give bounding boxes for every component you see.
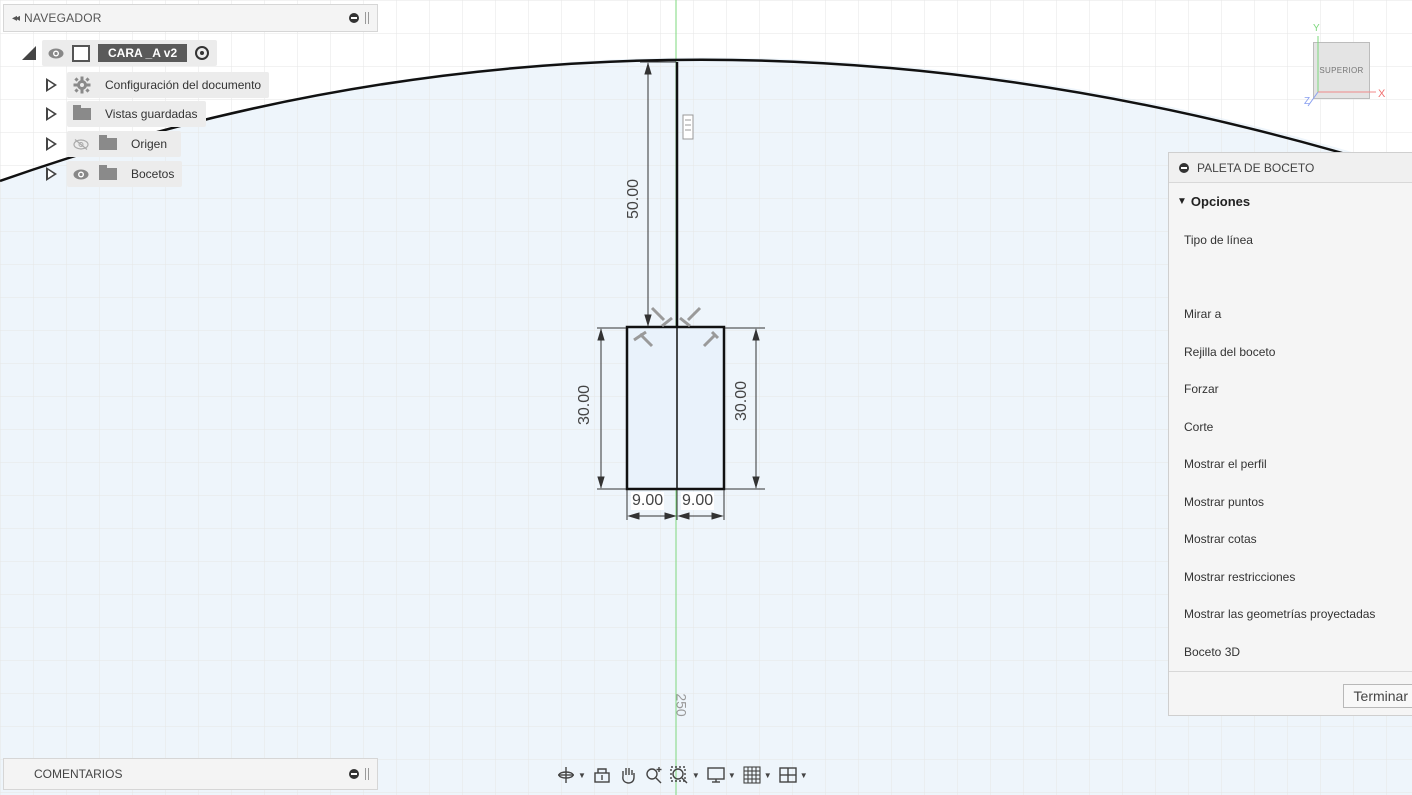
palette-item-snap[interactable]: Forzar bbox=[1184, 382, 1219, 396]
palette-footer: Terminar bbox=[1169, 671, 1412, 717]
folder-icon bbox=[99, 135, 117, 150]
orbit-icon bbox=[558, 767, 574, 783]
dimension-label-bottom-right[interactable]: 9.00 bbox=[681, 492, 715, 510]
orbit-button[interactable]: ▼ bbox=[556, 765, 586, 785]
palette-item-show-profile[interactable]: Mostrar el perfil bbox=[1184, 457, 1267, 471]
expand-triangle-icon[interactable] bbox=[46, 78, 57, 92]
tree-label-origin[interactable]: Origen bbox=[131, 137, 167, 151]
palette-item-show-constraints[interactable]: Mostrar restricciones bbox=[1184, 570, 1295, 584]
coincident-constraint-icon bbox=[682, 114, 694, 140]
eye-hidden-icon[interactable] bbox=[73, 138, 89, 150]
viewcube-axes bbox=[1307, 36, 1376, 107]
tree-row-origin[interactable]: Origen bbox=[46, 131, 182, 157]
resize-handle-icon[interactable] bbox=[365, 12, 369, 24]
dropdown-caret-icon[interactable]: ▼ bbox=[578, 771, 586, 780]
palette-section-options[interactable]: ▼ Opciones bbox=[1169, 183, 1412, 219]
tree-label-sketches[interactable]: Bocetos bbox=[131, 167, 174, 181]
axis-x-label: X bbox=[1378, 88, 1386, 100]
resize-handle-icon[interactable] bbox=[365, 768, 369, 780]
tree-row-sketches[interactable]: Bocetos bbox=[46, 161, 183, 187]
viewports-icon bbox=[778, 767, 797, 783]
sketch-rectangle bbox=[625, 325, 726, 491]
pan-button[interactable] bbox=[618, 765, 638, 785]
dimension-label-bottom-left[interactable]: 9.00 bbox=[631, 492, 665, 510]
palette-item-3d-sketch[interactable]: Boceto 3D bbox=[1184, 645, 1240, 659]
palette-item-show-dimensions[interactable]: Mostrar cotas bbox=[1184, 532, 1257, 546]
minimize-icon[interactable] bbox=[349, 13, 359, 23]
folder-icon bbox=[99, 165, 117, 180]
navigator-header[interactable]: ◂◂ NAVEGADOR bbox=[3, 4, 378, 32]
grid-icon bbox=[743, 766, 761, 784]
dropdown-caret-icon[interactable]: ▼ bbox=[764, 771, 772, 780]
tree-row-component[interactable]: CARA _A v2 bbox=[22, 40, 218, 66]
grid-settings-button[interactable]: ▼ bbox=[742, 765, 772, 785]
grid-scale-label: 250 bbox=[673, 693, 690, 717]
palette-item-sketch-grid[interactable]: Rejilla del boceto bbox=[1184, 345, 1275, 359]
comments-title: COMENTARIOS bbox=[34, 767, 123, 781]
fit-icon bbox=[670, 766, 688, 784]
expand-triangle-icon[interactable] bbox=[46, 137, 57, 151]
dimension-label-left[interactable]: 30.00 bbox=[576, 383, 594, 427]
palette-item-show-points[interactable]: Mostrar puntos bbox=[1184, 495, 1264, 509]
palette-item-show-projected[interactable]: Mostrar las geometrías proyectadas bbox=[1184, 607, 1375, 621]
palette-item-line-type[interactable]: Tipo de línea bbox=[1184, 233, 1253, 247]
fit-button[interactable]: ▼ bbox=[670, 765, 700, 785]
collapse-icon[interactable]: ◂◂ bbox=[12, 13, 20, 24]
tree-label-document-settings[interactable]: Configuración del documento bbox=[105, 78, 261, 92]
finish-sketch-button[interactable]: Terminar bbox=[1342, 684, 1412, 708]
activate-radio-icon[interactable] bbox=[195, 46, 210, 60]
palette-header[interactable]: PALETA DE BOCETO bbox=[1169, 153, 1412, 183]
look-at-button[interactable] bbox=[592, 765, 612, 785]
tree-row-document-settings[interactable]: Configuración del documento bbox=[46, 72, 270, 98]
palette-item-look-at[interactable]: Mirar a bbox=[1184, 307, 1221, 321]
eye-icon[interactable] bbox=[73, 169, 89, 180]
palette-section-label: Opciones bbox=[1190, 193, 1251, 209]
display-settings-button[interactable]: ▼ bbox=[706, 765, 736, 785]
dropdown-caret-icon[interactable]: ▼ bbox=[728, 771, 736, 780]
sketch-palette[interactable]: PALETA DE BOCETO ▼ Opciones Tipo de líne… bbox=[1168, 152, 1412, 716]
component-name[interactable]: CARA _A v2 bbox=[98, 44, 188, 62]
expand-plus-icon[interactable] bbox=[349, 769, 359, 779]
pan-icon bbox=[622, 768, 635, 784]
navigator-title: NAVEGADOR bbox=[24, 11, 102, 25]
viewports-button[interactable]: ▼ bbox=[778, 765, 808, 785]
dimension-label-right[interactable]: 30.00 bbox=[733, 379, 751, 423]
expand-triangle-icon[interactable] bbox=[46, 107, 57, 121]
gear-icon bbox=[73, 76, 91, 94]
zoom-button[interactable] bbox=[644, 765, 664, 785]
folder-icon bbox=[73, 105, 91, 120]
palette-item-slice[interactable]: Corte bbox=[1184, 420, 1213, 434]
axis-y-label: Y bbox=[1313, 23, 1320, 34]
dimension-label-top[interactable]: 50.00 bbox=[625, 177, 643, 221]
minimize-icon[interactable] bbox=[1179, 162, 1189, 173]
tree-row-saved-views[interactable]: Vistas guardadas bbox=[46, 101, 206, 127]
tree-label-saved-views[interactable]: Vistas guardadas bbox=[105, 107, 198, 121]
look-at-icon bbox=[594, 768, 610, 783]
eye-icon[interactable] bbox=[48, 48, 64, 59]
caret-down-icon: ▼ bbox=[1177, 195, 1187, 207]
navigation-toolbar: ▼ ▼ ▼ ▼ ▼ bbox=[556, 760, 808, 790]
dropdown-caret-icon[interactable]: ▼ bbox=[800, 771, 808, 780]
component-icon bbox=[72, 44, 90, 62]
display-icon bbox=[707, 767, 725, 783]
expand-triangle-icon[interactable] bbox=[46, 167, 57, 181]
comments-panel[interactable]: COMENTARIOS bbox=[3, 758, 378, 790]
palette-title: PALETA DE BOCETO bbox=[1197, 160, 1315, 175]
axis-z-label: Z bbox=[1304, 96, 1311, 107]
zoom-icon bbox=[646, 767, 662, 784]
dropdown-caret-icon[interactable]: ▼ bbox=[692, 771, 700, 780]
expanded-triangle-icon[interactable] bbox=[22, 46, 36, 60]
